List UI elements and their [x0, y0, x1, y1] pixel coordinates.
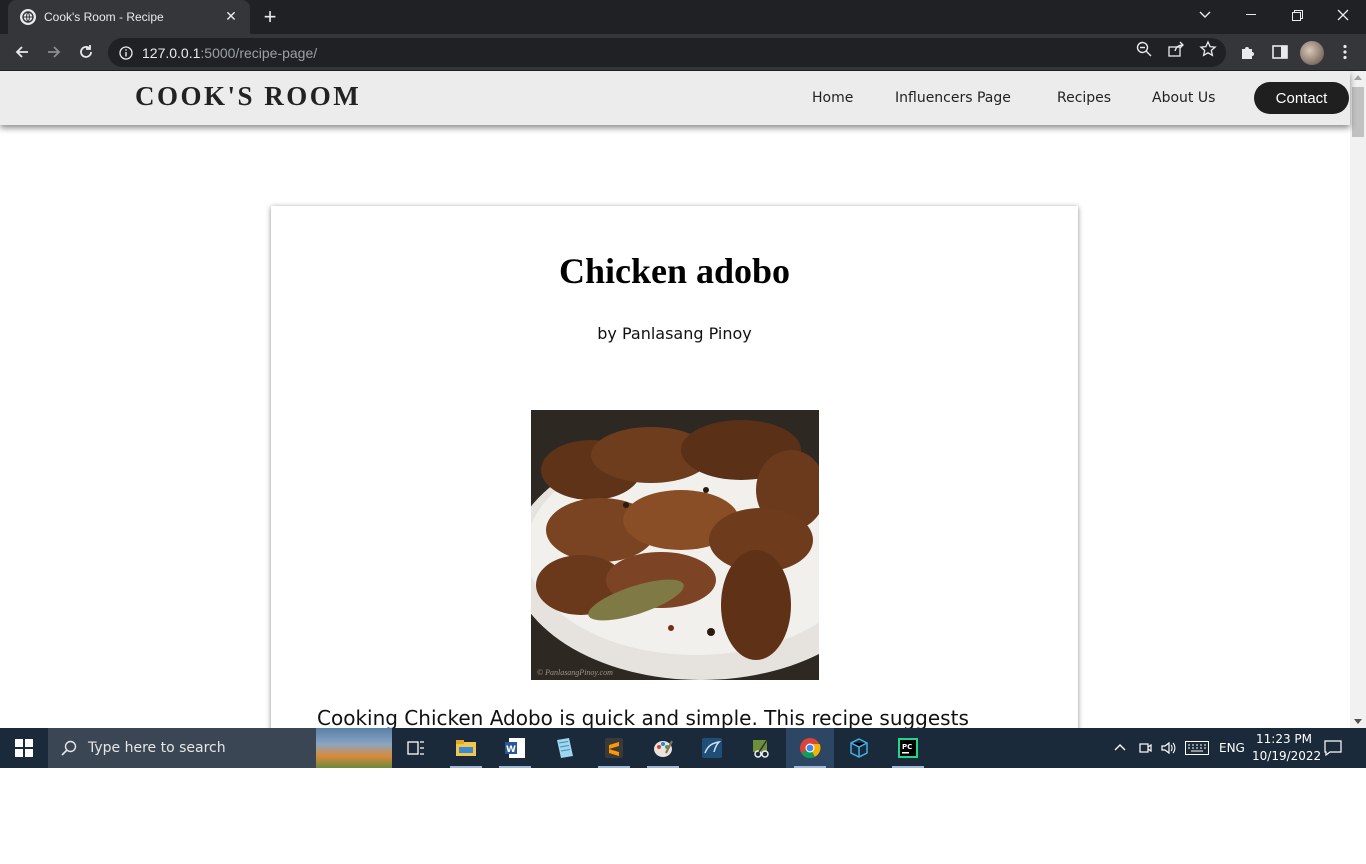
recipe-author: by Panlasang Pinoy [597, 324, 752, 343]
page-scrollbar[interactable] [1350, 71, 1366, 728]
back-button[interactable] [8, 38, 36, 66]
taskbar-search[interactable]: Type here to search [48, 728, 392, 768]
svg-text:W: W [506, 745, 516, 755]
profile-avatar[interactable] [1300, 41, 1324, 65]
sublime-text-icon [605, 738, 623, 758]
running-indicator [794, 766, 826, 768]
nav-link-recipes[interactable]: Recipes [1057, 90, 1111, 106]
reload-icon [80, 45, 92, 58]
taskbar-3d-app[interactable] [835, 728, 883, 768]
running-indicator [892, 766, 924, 768]
new-tab-button[interactable]: + [258, 4, 282, 29]
keyboard-icon[interactable] [1185, 741, 1209, 755]
taskbar-word[interactable]: W [491, 728, 539, 768]
nav-link-influencers[interactable]: Influencers Page [895, 90, 1011, 106]
info-icon[interactable] [118, 45, 134, 61]
url-host: 127.0.0.1 [142, 44, 201, 61]
site-navbar: COOK'S ROOM Home Influencers Page Recipe… [0, 71, 1350, 125]
minimize-button[interactable] [1228, 0, 1274, 30]
recipe-title: Chicken adobo [558, 251, 791, 291]
taskbar-file-explorer[interactable] [442, 728, 490, 768]
clock-date[interactable]: 10/19/2022 [1252, 749, 1321, 763]
svg-text:PC: PC [902, 743, 912, 751]
recipe-photo: © PanlasangPinoy.com [531, 410, 819, 680]
running-indicator [499, 766, 531, 768]
menu-kebab-icon[interactable] [1336, 43, 1354, 61]
screen: Cook's Room - Recipe ✕ + 127.0.0.1:5000/… [0, 0, 1366, 864]
search-highlight-art [316, 728, 392, 768]
contact-button[interactable]: Contact [1254, 82, 1349, 114]
browser-tab-strip: Cook's Room - Recipe ✕ + [0, 0, 1366, 34]
restore-button[interactable] [1274, 0, 1320, 30]
browser-tab[interactable]: Cook's Room - Recipe ✕ [8, 0, 250, 34]
word-icon: W [505, 738, 525, 758]
cube-icon [850, 738, 868, 758]
taskbar-paint[interactable] [639, 728, 687, 768]
dolphin-database-icon [702, 738, 722, 758]
windows-logo-icon [15, 739, 33, 757]
arrow-left-icon [15, 46, 28, 58]
url-text: 127.0.0.1:5000/recipe-page/ [142, 45, 317, 61]
tab-title: Cook's Room - Recipe [44, 10, 164, 24]
tray-chevron-up-icon[interactable] [1114, 742, 1126, 754]
windows-taskbar: Type here to search W PC ENG 11:23 PM 10… [0, 728, 1366, 768]
recipe-description: Cooking Chicken Adobo is quick and simpl… [317, 706, 969, 728]
taskbar-pycharm[interactable]: PC [884, 728, 932, 768]
search-placeholder: Type here to search [88, 740, 226, 756]
clock-time[interactable]: 11:23 PM [1256, 732, 1312, 746]
notification-icon[interactable] [1324, 740, 1342, 756]
snipping-tool-icon [753, 739, 769, 758]
page-viewport: COOK'S ROOM Home Influencers Page Recipe… [0, 71, 1366, 728]
zoom-icon[interactable] [1135, 40, 1153, 58]
taskbar-sublime[interactable] [590, 728, 638, 768]
task-view-button[interactable] [392, 728, 440, 768]
globe-icon [20, 9, 36, 25]
language-indicator[interactable]: ENG [1219, 741, 1245, 755]
notepad-icon [557, 738, 573, 758]
reload-button[interactable] [72, 38, 100, 66]
photo-watermark: © PanlasangPinoy.com [537, 668, 613, 677]
arrow-right-icon [48, 46, 61, 58]
share-icon[interactable] [1167, 40, 1185, 58]
paint-palette-icon [654, 740, 673, 757]
taskbar-sniping-tool[interactable] [737, 728, 785, 768]
site-brand[interactable]: COOK'S ROOM [135, 81, 361, 112]
recipe-card: Chicken adobo by Panlasang Pinoy © Panla… [271, 206, 1078, 728]
meet-now-icon[interactable] [1138, 740, 1152, 756]
running-indicator [450, 766, 482, 768]
task-view-icon [407, 741, 424, 755]
url-path: :5000/recipe-page/ [200, 44, 318, 61]
chrome-icon [800, 738, 821, 759]
scrollbar-thumb[interactable] [1352, 87, 1364, 137]
forward-button[interactable] [40, 38, 68, 66]
nav-link-home[interactable]: Home [812, 90, 853, 106]
bookmark-star-icon[interactable] [1199, 40, 1217, 58]
scroll-down-icon[interactable] [1354, 719, 1362, 724]
search-icon [61, 740, 77, 756]
running-indicator [598, 766, 630, 768]
browser-toolbar: 127.0.0.1:5000/recipe-page/ [0, 34, 1366, 71]
extensions-puzzle-icon[interactable] [1239, 43, 1257, 61]
tab-close-icon[interactable]: ✕ [222, 9, 240, 25]
side-panel-icon[interactable] [1271, 43, 1289, 61]
running-indicator [647, 766, 679, 768]
pycharm-icon: PC [898, 738, 918, 758]
address-bar[interactable]: 127.0.0.1:5000/recipe-page/ [108, 38, 1226, 67]
scroll-up-icon[interactable] [1354, 75, 1362, 80]
speaker-icon[interactable] [1160, 740, 1176, 756]
start-button[interactable] [0, 728, 48, 768]
nav-link-about[interactable]: About Us [1152, 90, 1215, 106]
tab-search-chevron-icon[interactable] [1182, 0, 1228, 30]
folder-icon [456, 740, 476, 756]
taskbar-chrome[interactable] [786, 728, 834, 768]
taskbar-mysql-workbench[interactable] [688, 728, 736, 768]
close-window-button[interactable] [1320, 0, 1366, 30]
taskbar-notepad[interactable] [540, 728, 588, 768]
